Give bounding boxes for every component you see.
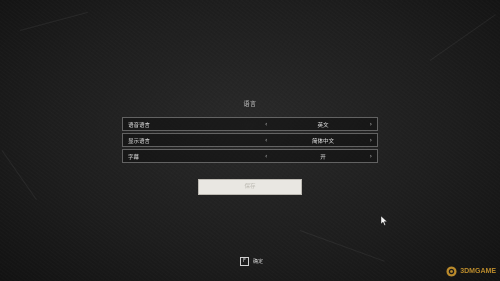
option-row-voice-language[interactable]: 语音语言 ‹ 英文 › [122, 117, 378, 131]
background-scratch [299, 230, 385, 262]
game-settings-screen: 语言 语音语言 ‹ 英文 › 显示语言 ‹ 简体中文 › 字幕 ‹ 开 › 保存… [0, 0, 500, 281]
chevron-left-icon[interactable]: ‹ [265, 121, 267, 128]
option-row-display-language[interactable]: 显示语言 ‹ 简体中文 › [122, 133, 378, 147]
chevron-right-icon[interactable]: › [370, 137, 372, 144]
option-value: 开 [320, 155, 326, 161]
key-hint: F 确定 [240, 257, 263, 266]
chevron-right-icon[interactable]: › [370, 121, 372, 128]
chevron-left-icon[interactable]: ‹ [265, 137, 267, 144]
key-hint-label: 确定 [253, 259, 264, 265]
background-scratch [19, 11, 88, 31]
option-label: 字幕 [128, 155, 140, 161]
keyboard-key-icon: F [240, 257, 249, 266]
save-button[interactable]: 保存 [198, 179, 302, 195]
option-label: 语音语言 [128, 123, 151, 129]
chevron-left-icon[interactable]: ‹ [265, 153, 267, 160]
background-scratch [1, 150, 37, 200]
page-title: 语言 [243, 101, 257, 108]
language-options-list: 语音语言 ‹ 英文 › 显示语言 ‹ 简体中文 › 字幕 ‹ 开 › [122, 117, 378, 165]
3dm-logo-icon [446, 266, 457, 277]
background-scratch [429, 14, 496, 61]
option-row-subtitles[interactable]: 字幕 ‹ 开 › [122, 149, 378, 163]
watermark-text: 3DMGAME [460, 268, 496, 275]
watermark: 3DMGAME [446, 266, 496, 277]
option-value: 简体中文 [311, 139, 334, 145]
option-label: 显示语言 [128, 139, 151, 145]
option-value: 英文 [317, 123, 329, 129]
chevron-right-icon[interactable]: › [370, 153, 372, 160]
